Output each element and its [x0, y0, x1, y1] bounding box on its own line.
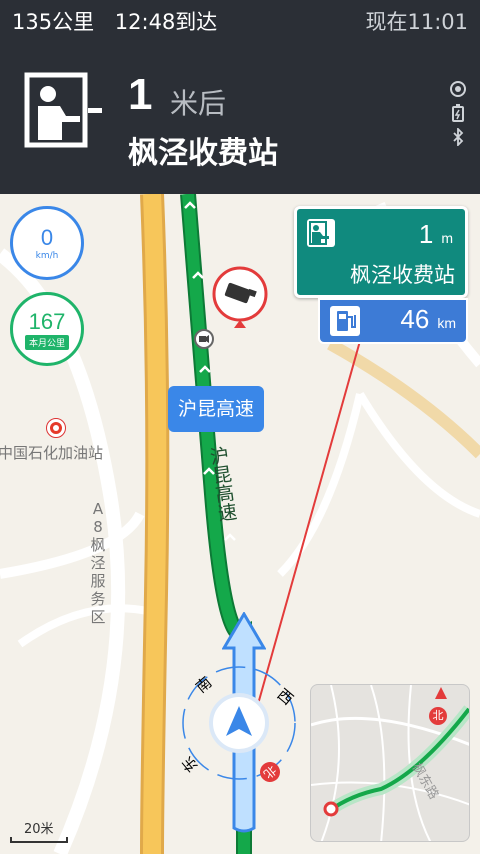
fuel-pump-icon [330, 306, 360, 336]
speed-value: 0 [40, 225, 54, 250]
fuel-sign-distance: 46 km [400, 304, 456, 334]
monthly-distance-label: 本月公里 [24, 334, 69, 350]
service-area-label: A 8 枫 泾 服 务 区 [90, 500, 106, 626]
guidance-distance: 1 [128, 70, 153, 119]
toll-sign-name: 枫泾收费站 [350, 263, 455, 287]
gas-station-label: 中国石化加油站 [0, 444, 104, 462]
speed-unit: km/h [35, 251, 59, 261]
arrival-time: 12:48到达 [114, 10, 218, 34]
scale-bar [10, 837, 68, 843]
battery-icon [452, 104, 464, 122]
guidance-road-name: 枫泾收费站 [128, 136, 278, 171]
minimap-north-icon: 北 [429, 707, 447, 725]
toll-booth-icon [24, 72, 106, 150]
toll-sign[interactable]: 1m 枫泾收费站 [294, 206, 468, 298]
top-status-bar: 135公里 12:48到达 现在11:01 [0, 0, 480, 42]
guidance-unit: 米后 [170, 87, 227, 120]
sinopec-icon[interactable] [46, 418, 66, 438]
monthly-distance-value: 167 [28, 308, 66, 334]
bluetooth-icon [453, 128, 464, 146]
gps-icon [450, 81, 466, 97]
speed-camera-marker[interactable] [210, 266, 270, 334]
toll-sign-distance: 1m [418, 219, 453, 249]
fuel-sign[interactable]: 46 km [318, 298, 468, 344]
monthly-distance-indicator[interactable]: 167 本月公里 [10, 292, 84, 366]
guidance-panel[interactable]: 1 米后 枫泾收费站 [0, 42, 480, 194]
map-scale: 20米 [10, 818, 68, 843]
compass[interactable]: 南 西 东 北 [178, 662, 300, 787]
toll-sign-icon [307, 219, 335, 247]
speed-indicator: 0 km/h [10, 206, 84, 280]
current-time: 现在11:01 [365, 10, 468, 34]
camera-point-icon [194, 329, 214, 349]
remaining-distance: 135公里 [12, 10, 95, 34]
trip-summary: 135公里 12:48到达 [12, 6, 217, 36]
overview-minimap[interactable]: 北 枫东路 [310, 684, 470, 842]
highway-name-tip: 沪昆高速 [168, 386, 264, 432]
device-status [446, 80, 470, 146]
